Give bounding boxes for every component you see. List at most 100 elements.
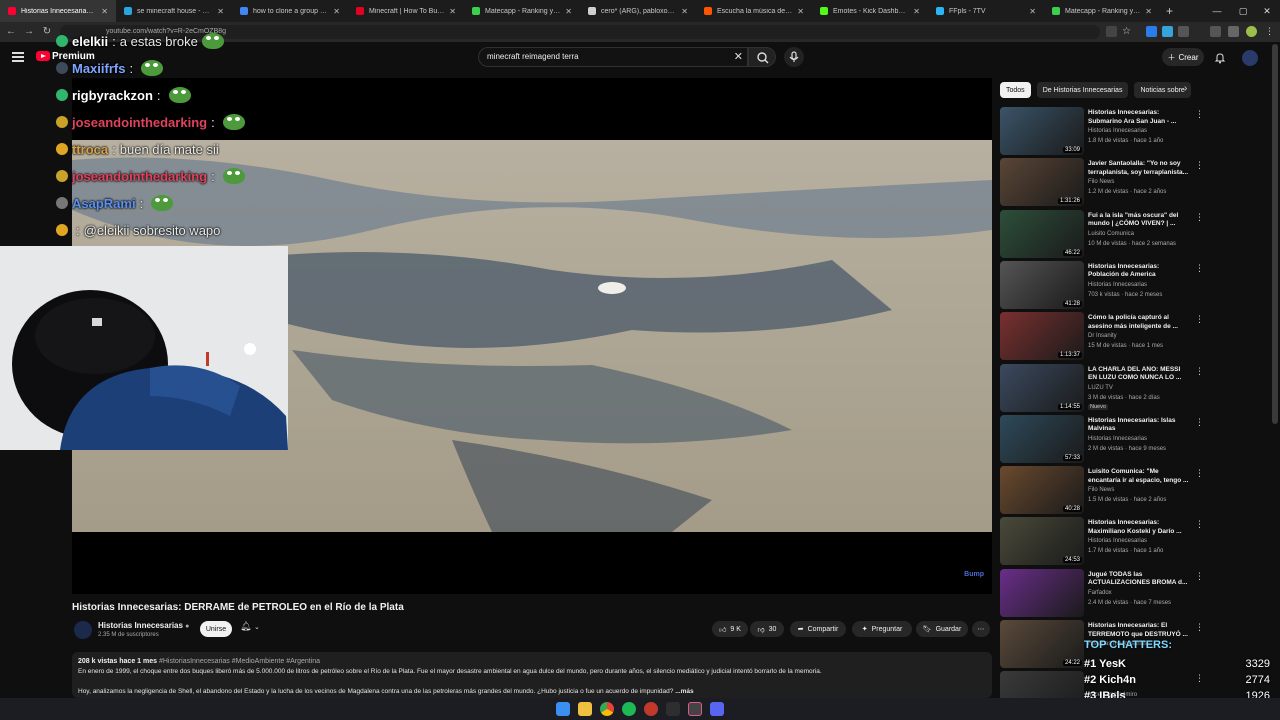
filter-chip[interactable]: Noticias sobre <box>1134 82 1191 98</box>
tab-close-icon[interactable]: ✕ <box>1145 7 1152 16</box>
browser-tab[interactable]: how to clone a group in lucky ✕ <box>232 0 348 22</box>
description-box[interactable]: 208 k vistas hace 1 mes #HistoriasInnece… <box>72 652 992 698</box>
browser-tab[interactable]: Historias Innecesarias: DERRAME ✕ <box>0 0 116 22</box>
extension-icon[interactable] <box>1162 26 1173 37</box>
recommendation-channel[interactable]: Historias Innecesarias <box>1088 282 1147 288</box>
join-button[interactable]: Unirse <box>200 621 232 637</box>
browser-tab[interactable]: Escucha la música de Cluster ✕ <box>696 0 812 22</box>
back-icon[interactable]: ← <box>4 25 18 39</box>
kebab-menu-icon[interactable]: ⋮ <box>1195 212 1204 223</box>
browser-tab[interactable]: Emotes - Kick Dashboard ✕ <box>812 0 928 22</box>
filter-chip[interactable]: De Historias Innecesarias <box>1036 82 1129 98</box>
kebab-menu-icon[interactable]: ⋮ <box>1195 417 1204 428</box>
kebab-menu-icon[interactable]: ⋮ <box>1264 26 1275 37</box>
recommendation-item[interactable]: 57:33 Historias Innecesarias: Islas Malvi… <box>1000 414 1204 463</box>
video-thumbnail[interactable]: 41:28 <box>1000 260 1084 309</box>
recommendation-title[interactable]: Jugué TODAS las ACTUALIZACIONES BROMA d.… <box>1088 571 1190 588</box>
recommendation-item[interactable]: 1:14:55 LA CHARLA DEL AÑO: MESSI EN LUZU … <box>1000 363 1204 412</box>
discord-icon[interactable] <box>710 702 724 716</box>
obs-icon[interactable] <box>688 702 702 716</box>
clear-search-icon[interactable]: ✕ <box>734 50 743 63</box>
tab-close-icon[interactable]: ✕ <box>797 7 804 16</box>
like-button[interactable]: 👍︎ 9 K <box>712 621 748 637</box>
search-button[interactable] <box>748 47 776 67</box>
account-avatar[interactable] <box>1242 50 1258 66</box>
tab-close-icon[interactable]: ✕ <box>681 7 688 16</box>
extension-icon[interactable] <box>1228 26 1239 37</box>
video-thumbnail[interactable]: 1:13:37 <box>1000 312 1084 361</box>
video-thumbnail[interactable]: 57:33 <box>1000 414 1084 463</box>
kebab-menu-icon[interactable]: ⋮ <box>1195 519 1204 530</box>
chrome-icon[interactable] <box>600 702 614 716</box>
tab-close-icon[interactable]: ✕ <box>333 7 340 16</box>
video-thumbnail[interactable]: 46:22 <box>1000 209 1084 258</box>
recommendation-channel[interactable]: Dr Insanity <box>1088 333 1117 339</box>
recommendation-item[interactable]: Jugué TODAS las ACTUALIZACIONES BROMA d.… <box>1000 568 1204 617</box>
recommendation-item[interactable]: 46:22 Fui a la isla "más oscura" del mund… <box>1000 209 1204 258</box>
video-thumbnail[interactable]: 1:31:26 <box>1000 158 1084 207</box>
recommendation-title[interactable]: Fui a la isla "más oscura" del mundo | ¿… <box>1088 212 1190 229</box>
recommendation-item[interactable]: 41:28 Historias Innecesarias: Población d… <box>1000 260 1204 309</box>
recommendation-channel[interactable]: LUZU TV <box>1088 385 1113 391</box>
channel-name[interactable]: Historias Innecesarias ● <box>98 621 189 630</box>
profile-avatar-icon[interactable] <box>1246 26 1257 37</box>
search-input[interactable]: minecraft reimagend terra ✕ <box>478 47 748 67</box>
recommendation-channel[interactable]: Historias Innecesarias <box>1088 436 1147 442</box>
filter-chip[interactable]: Todos <box>1000 82 1031 98</box>
create-button[interactable]: ＋ Crear <box>1162 48 1204 66</box>
kebab-menu-icon[interactable]: ⋮ <box>1195 263 1204 274</box>
recommendation-channel[interactable]: Historias Innecesarias <box>1088 538 1147 544</box>
recommendation-channel[interactable]: Luisito Comunica <box>1088 231 1134 237</box>
browser-tab[interactable]: Matecapp - Ranking y Rachas ✕ <box>1044 0 1160 22</box>
recommendation-title[interactable]: Historias Innecesarias: Población de Ame… <box>1088 263 1190 280</box>
recommendation-item[interactable]: 1:13:37 Cómo la policía capturó al asesin… <box>1000 312 1204 361</box>
recommendation-title[interactable]: LA CHARLA DEL AÑO: MESSI EN LUZU COMO NU… <box>1088 366 1190 383</box>
recommendation-item[interactable]: 33:09 Historias Innecesarias: Submarino A… <box>1000 107 1204 155</box>
voice-search-button[interactable] <box>784 47 804 67</box>
tab-close-icon[interactable]: ✕ <box>913 7 920 16</box>
hashtags[interactable]: #HistoriasInnecesarias #MedioAmbiente #A… <box>159 658 320 665</box>
ask-button[interactable]: ✦ Preguntar <box>852 621 912 637</box>
video-thumbnail[interactable]: 40:28 <box>1000 466 1084 515</box>
recommendation-channel[interactable]: Historias Innecesarias <box>1088 128 1147 134</box>
video-thumbnail[interactable] <box>1000 568 1084 617</box>
browser-tab[interactable]: Matecapp - Ranking y Rachas ✕ <box>464 0 580 22</box>
extension-icon[interactable] <box>1178 26 1189 37</box>
kebab-menu-icon[interactable]: ⋮ <box>1195 622 1204 633</box>
video-thumbnail[interactable]: 24:53 <box>1000 517 1084 566</box>
recommendation-title[interactable]: Luisito Comunica: "Me encantaría ir al e… <box>1088 468 1190 485</box>
kebab-menu-icon[interactable]: ⋮ <box>1195 160 1204 171</box>
video-thumbnail[interactable]: 33:09 <box>1000 107 1084 155</box>
recommendation-item[interactable]: 40:28 Luisito Comunica: "Me encantaría ir… <box>1000 466 1204 515</box>
tab-close-icon[interactable]: ✕ <box>1029 7 1036 16</box>
close-window-icon[interactable]: ✕ <box>1254 0 1280 22</box>
kebab-menu-icon[interactable]: ⋮ <box>1195 314 1204 325</box>
tab-close-icon[interactable]: ✕ <box>449 7 456 16</box>
kebab-menu-icon[interactable]: ⋮ <box>1195 109 1204 120</box>
download-icon[interactable] <box>1210 26 1221 37</box>
more-actions-button[interactable]: ⋯ <box>972 621 990 637</box>
tab-close-icon[interactable]: ✕ <box>565 7 572 16</box>
app-icon[interactable] <box>644 702 658 716</box>
bookmark-star-icon[interactable]: ☆ <box>1122 26 1133 37</box>
recommendation-item[interactable]: 1:31:26 Javier Santaolalla: "Yo no soy te… <box>1000 158 1204 207</box>
minimize-window-icon[interactable]: — <box>1204 0 1230 22</box>
reload-icon[interactable]: ↻ <box>40 25 54 39</box>
extension-icon[interactable] <box>1146 26 1157 37</box>
browser-tab[interactable]: se minecraft house - Bing ✕ <box>116 0 232 22</box>
recommendation-title[interactable]: Historias Innecesarias: Maximiliano Kost… <box>1088 519 1190 536</box>
recommendation-title[interactable]: Cómo la policía capturó al asesino más i… <box>1088 314 1190 331</box>
chevron-right-icon[interactable]: › <box>1184 83 1187 94</box>
file-explorer-icon[interactable] <box>578 702 592 716</box>
extension-icon[interactable] <box>1106 26 1117 37</box>
kebab-menu-icon[interactable]: ⋮ <box>1195 468 1204 479</box>
kebab-menu-icon[interactable]: ⋮ <box>1195 366 1204 377</box>
spotify-icon[interactable] <box>622 702 636 716</box>
tab-close-icon[interactable]: ✕ <box>217 7 224 16</box>
subscribe-bell-button[interactable]: 🔔︎ ⌄ <box>240 621 270 637</box>
app-icon[interactable] <box>666 702 680 716</box>
new-tab-icon[interactable]: + <box>1160 4 1179 18</box>
forward-icon[interactable]: → <box>22 25 36 39</box>
page-scrollbar[interactable] <box>1272 44 1278 424</box>
video-thumbnail[interactable]: 24:22 <box>1000 620 1084 668</box>
